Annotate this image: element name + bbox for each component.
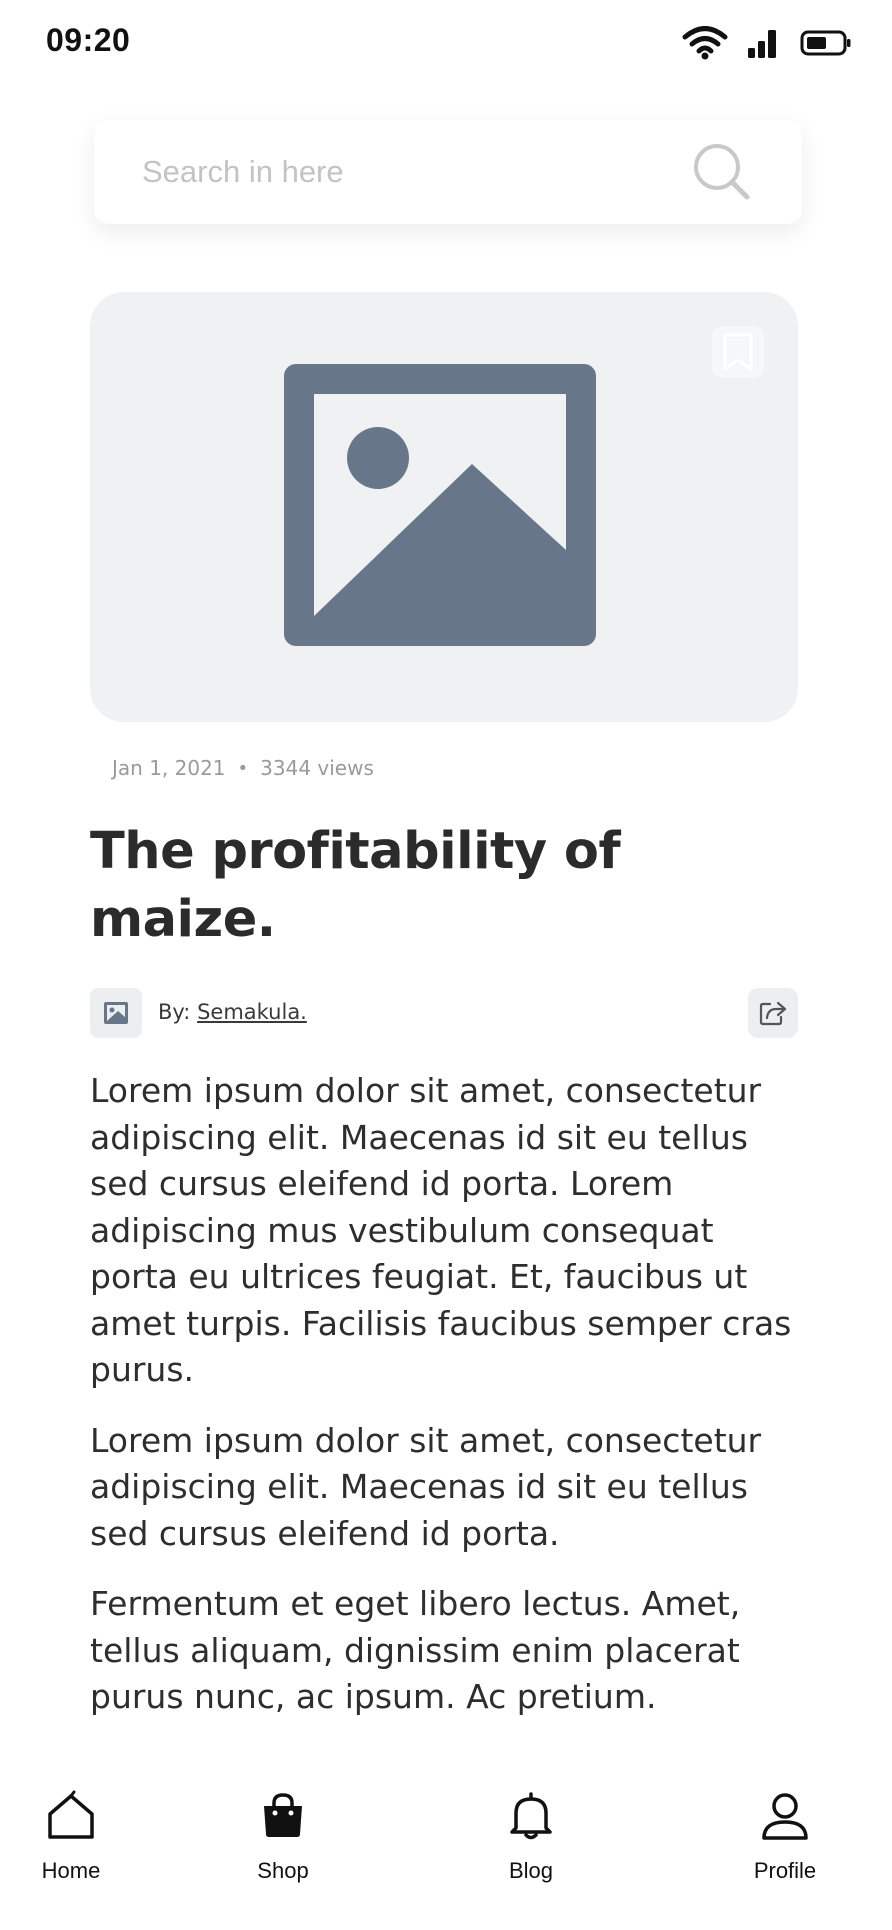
nav-label-shop: Shop bbox=[257, 1858, 309, 1883]
status-bar: 09:20 bbox=[0, 0, 892, 88]
article-hero-image bbox=[90, 292, 798, 722]
nav-label-blog: Blog bbox=[508, 1858, 554, 1883]
search-box[interactable] bbox=[94, 120, 802, 224]
shopping-bag-icon bbox=[264, 1793, 302, 1837]
signal-icon bbox=[748, 30, 776, 58]
article-paragraph: Lorem ipsum dolor sit amet, consectetur … bbox=[90, 1071, 792, 1389]
author-link[interactable]: Semakula. bbox=[197, 1000, 307, 1024]
article-title: The profitability of maize. bbox=[90, 822, 621, 949]
article-body: Lorem ipsum dolor sit amet, consectetur … bbox=[90, 1068, 810, 1745]
nav-item-blog[interactable]: Blog bbox=[466, 1790, 596, 1900]
wifi-icon bbox=[682, 26, 728, 60]
share-icon bbox=[759, 1001, 787, 1026]
nav-label-profile: Profile bbox=[753, 1858, 817, 1883]
image-placeholder-icon bbox=[284, 364, 596, 646]
home-icon bbox=[48, 1790, 94, 1839]
article-meta: Jan 1, 2021 • 3344 views bbox=[112, 756, 374, 780]
author-row: By: Semakula. bbox=[90, 988, 798, 1038]
article-paragraph: Fermentum et eget libero lectus. Amet, t… bbox=[90, 1584, 741, 1716]
user-icon bbox=[762, 1793, 808, 1840]
battery-icon bbox=[800, 30, 851, 56]
avatar[interactable] bbox=[90, 988, 142, 1038]
search-icon[interactable] bbox=[692, 142, 752, 202]
bottom-nav: Home Shop Blog Profile bbox=[0, 1790, 892, 1930]
image-icon bbox=[104, 1002, 128, 1024]
author-byline: By: Semakula. bbox=[158, 1000, 307, 1024]
article-date: Jan 1, 2021 bbox=[112, 756, 226, 780]
nav-label-home: Home bbox=[41, 1858, 101, 1883]
search-input[interactable] bbox=[140, 146, 684, 198]
nav-item-home[interactable]: Home bbox=[6, 1790, 136, 1900]
bell-icon bbox=[510, 1792, 552, 1840]
meta-separator: • bbox=[237, 757, 249, 779]
article-paragraph: Lorem ipsum dolor sit amet, consectetur … bbox=[90, 1420, 762, 1553]
article-views: 3344 views bbox=[260, 756, 374, 780]
bookmark-icon bbox=[723, 333, 753, 371]
status-time: 09:20 bbox=[46, 22, 131, 58]
bookmark-button[interactable] bbox=[712, 326, 764, 378]
nav-item-profile[interactable]: Profile bbox=[720, 1790, 850, 1900]
share-button[interactable] bbox=[748, 988, 798, 1038]
author-prefix: By: bbox=[158, 1000, 191, 1024]
nav-item-shop[interactable]: Shop bbox=[218, 1790, 348, 1900]
status-icons bbox=[682, 26, 852, 60]
